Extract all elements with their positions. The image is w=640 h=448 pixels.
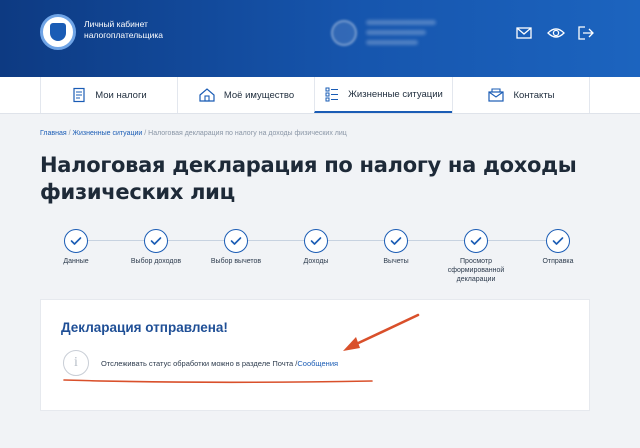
- annotation-overlay: [63, 313, 420, 384]
- annotation-arrow-shaft: [350, 313, 420, 348]
- annotation-arrowhead: [343, 337, 360, 351]
- annotation-underline: [63, 379, 373, 384]
